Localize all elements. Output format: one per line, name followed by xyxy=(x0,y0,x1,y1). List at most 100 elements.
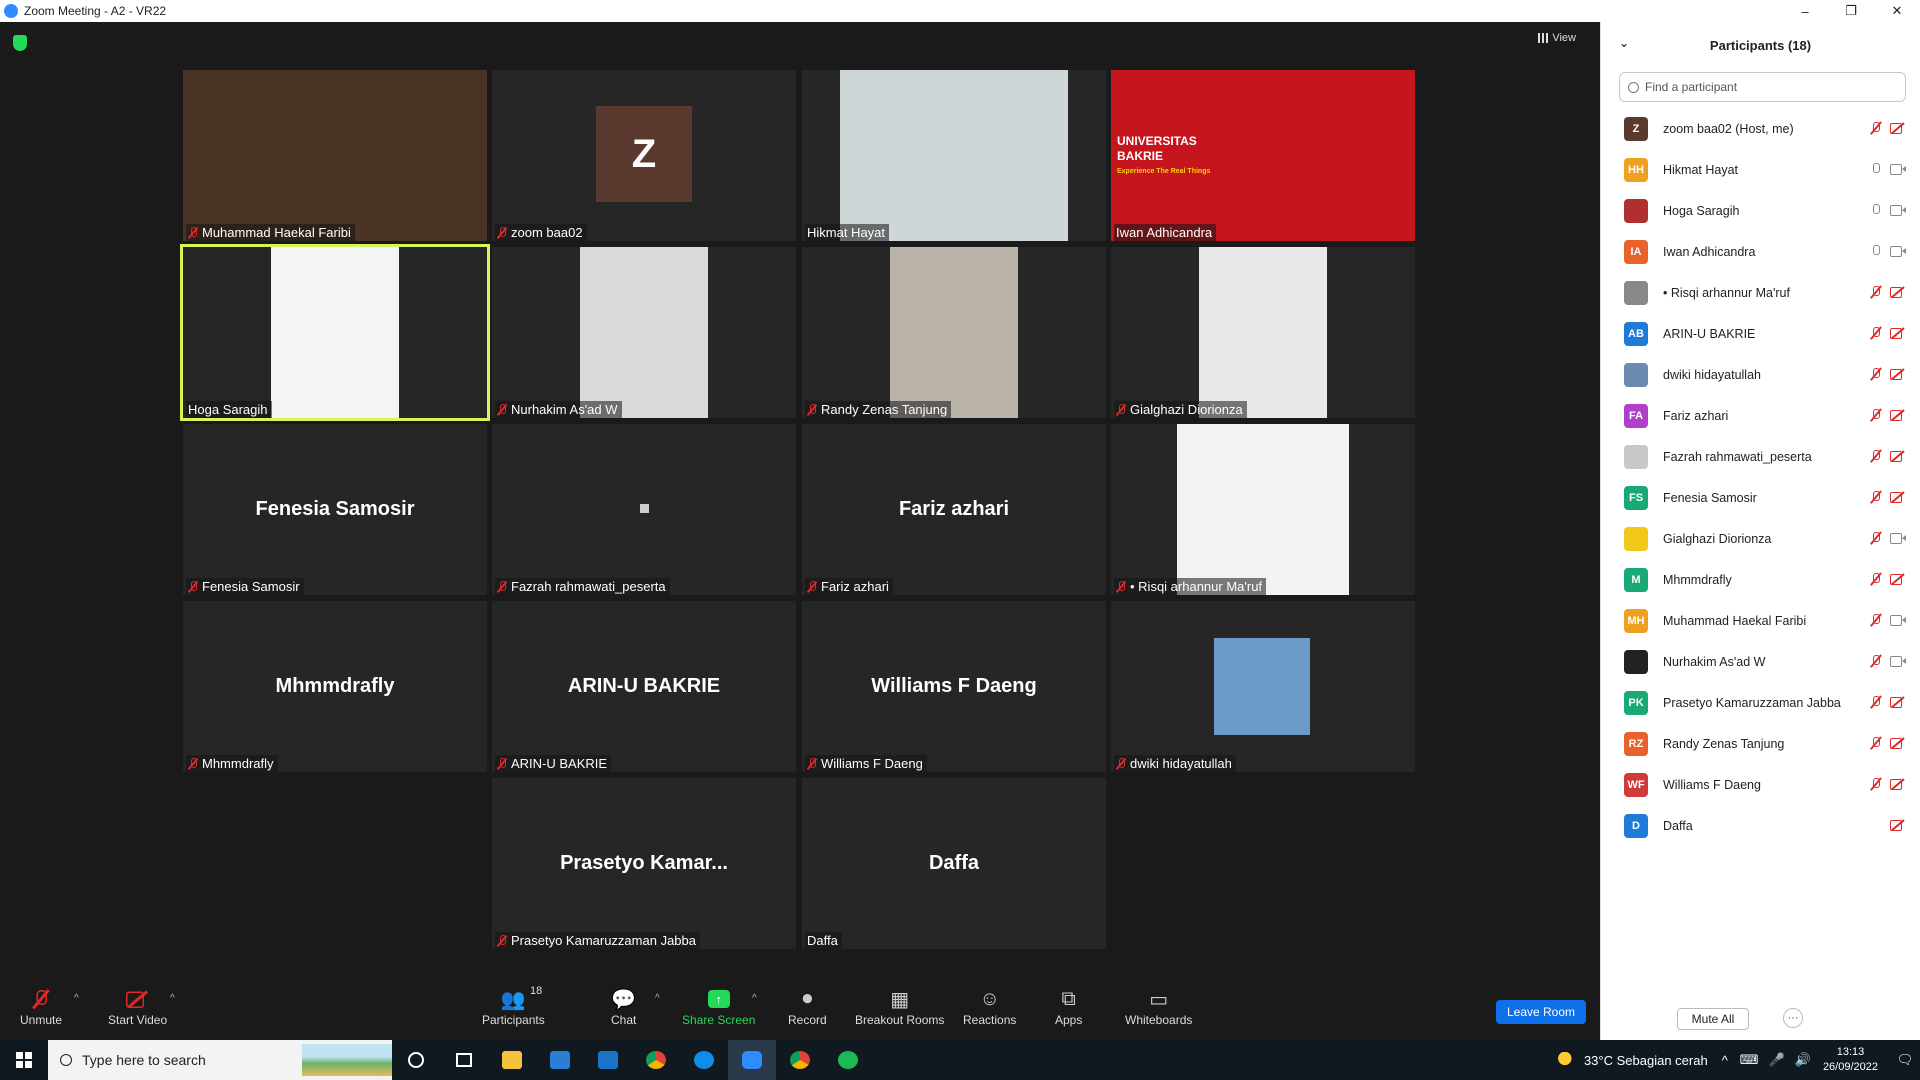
reactions-button[interactable]: ☺ Reactions xyxy=(963,985,1016,1028)
video-tile[interactable]: Fariz azhari Fariz azhari xyxy=(802,424,1106,595)
mic-muted-icon xyxy=(1870,285,1882,299)
cortana-icon[interactable] xyxy=(392,1040,440,1080)
video-tile[interactable]: UNIVERSITAS BAKRIE Experience The Real Thi… xyxy=(1111,70,1415,241)
participant-row[interactable]: AB ARIN-U BAKRIE xyxy=(1601,313,1920,354)
video-options-caret-icon[interactable]: ^ xyxy=(170,993,175,1004)
video-tile[interactable]: Williams F Daeng Williams F Daeng xyxy=(802,601,1106,772)
participant-row[interactable]: RZ Randy Zenas Tanjung xyxy=(1601,723,1920,764)
chat-caret-icon[interactable]: ^ xyxy=(655,993,660,1004)
task-view-icon[interactable] xyxy=(440,1040,488,1080)
mute-all-button[interactable]: Mute All xyxy=(1677,1008,1749,1030)
network-icon[interactable]: ⌨ xyxy=(1740,1052,1759,1068)
video-tile[interactable]: Daffa Daffa xyxy=(802,778,1106,949)
encryption-shield-icon[interactable] xyxy=(13,35,27,51)
camera-icon xyxy=(1890,163,1906,175)
chat-button[interactable]: 💬 Chat xyxy=(611,985,636,1028)
start-button[interactable] xyxy=(0,1040,48,1080)
apps-button[interactable]: ⧉ Apps xyxy=(1055,985,1083,1028)
participant-row[interactable]: M Mhmmdrafly xyxy=(1601,559,1920,600)
participant-row[interactable]: WF Williams F Daeng xyxy=(1601,764,1920,805)
video-tile[interactable]: • Risqi arhannur Ma'ruf xyxy=(1111,424,1415,595)
video-tile[interactable]: Gialghazi Diorionza xyxy=(1111,247,1415,418)
participant-name: Fenesia Samosir xyxy=(1663,490,1757,505)
close-button[interactable]: ✕ xyxy=(1874,0,1920,22)
participant-row[interactable]: IA Iwan Adhicandra xyxy=(1601,231,1920,272)
participant-status-icons xyxy=(1870,777,1906,791)
tile-name-text: Mhmmdrafly xyxy=(202,756,274,771)
video-tile[interactable]: Zzoom baa02 xyxy=(492,70,796,241)
camera-icon xyxy=(1890,245,1906,257)
participant-row[interactable]: FS Fenesia Samosir xyxy=(1601,477,1920,518)
taskbar-search[interactable]: Type here to search xyxy=(48,1040,392,1080)
start-video-button[interactable]: Start Video xyxy=(108,985,167,1027)
participant-row[interactable]: Fazrah rahmawati_peserta xyxy=(1601,436,1920,477)
share-screen-button[interactable]: ↑ Share Screen xyxy=(682,985,755,1027)
clock[interactable]: 13:13 26/09/2022 xyxy=(1823,1045,1878,1075)
participant-row[interactable]: HH Hikmat Hayat xyxy=(1601,149,1920,190)
video-tile[interactable]: Hikmat Hayat xyxy=(802,70,1106,241)
participant-row[interactable]: FA Fariz azhari xyxy=(1601,395,1920,436)
collapse-chevron-icon[interactable]: ⌄ xyxy=(1619,36,1629,50)
view-button[interactable]: View xyxy=(1538,32,1576,44)
participant-row[interactable]: PK Prasetyo Kamaruzzaman Jabba xyxy=(1601,682,1920,723)
file-explorer-icon[interactable] xyxy=(488,1040,536,1080)
video-tile[interactable]: Prasetyo Kamar... Prasetyo Kamaruzzaman J… xyxy=(492,778,796,949)
camera-off-icon xyxy=(1890,368,1906,380)
speaker-icon[interactable]: 🔊 xyxy=(1795,1052,1811,1068)
breakout-rooms-button[interactable]: ▦ Breakout Rooms xyxy=(855,985,944,1028)
participant-row[interactable]: Nurhakim As'ad W xyxy=(1601,641,1920,682)
participant-name: ARIN-U BAKRIE xyxy=(1663,326,1756,341)
share-caret-icon[interactable]: ^ xyxy=(752,993,757,1004)
tile-name-text: • Risqi arhannur Ma'ruf xyxy=(1130,579,1263,594)
participant-search-input[interactable] xyxy=(1645,80,1875,94)
unmute-button[interactable]: Unmute xyxy=(20,985,62,1027)
apps-label: Apps xyxy=(1055,1013,1083,1027)
more-options-button[interactable]: ··· xyxy=(1783,1008,1803,1028)
video-feed xyxy=(580,247,708,418)
participant-row[interactable]: MH Muhammad Haekal Faribi xyxy=(1601,600,1920,641)
spotify-icon[interactable] xyxy=(824,1040,872,1080)
video-tile[interactable]: Nurhakim As'ad W xyxy=(492,247,796,418)
audio-options-caret-icon[interactable]: ^ xyxy=(74,993,79,1004)
teamviewer-icon[interactable] xyxy=(680,1040,728,1080)
participant-avatar: WF xyxy=(1624,772,1648,797)
mail-icon[interactable] xyxy=(584,1040,632,1080)
minimize-button[interactable]: – xyxy=(1782,0,1828,22)
video-tile[interactable]: Muhammad Haekal Faribi xyxy=(183,70,487,241)
video-tile[interactable]: Fazrah rahmawati_peserta xyxy=(492,424,796,595)
store-icon[interactable] xyxy=(536,1040,584,1080)
participant-status-icons xyxy=(1870,736,1906,750)
record-button[interactable]: ⏺ Record xyxy=(788,985,827,1028)
weather-text[interactable]: 33°C Sebagian cerah xyxy=(1584,1053,1708,1068)
tray-overflow-icon[interactable]: ^ xyxy=(1722,1053,1728,1068)
whiteboards-button[interactable]: ▭ Whiteboards xyxy=(1125,985,1192,1028)
video-tile[interactable]: Randy Zenas Tanjung xyxy=(802,247,1106,418)
camera-off-icon xyxy=(1890,122,1906,134)
leave-room-button[interactable]: Leave Room xyxy=(1496,1000,1586,1024)
zoom-logo-icon xyxy=(4,4,18,18)
participant-search[interactable] xyxy=(1619,72,1906,102)
participant-row[interactable]: Zzoom baa02 (Host, me) xyxy=(1601,108,1920,149)
mic-muted-icon xyxy=(1870,777,1882,791)
restore-button[interactable]: ❐ xyxy=(1828,0,1874,22)
participant-row[interactable]: • Risqi arhannur Ma'ruf xyxy=(1601,272,1920,313)
tile-display-name: Mhmmdrafly xyxy=(275,675,395,697)
chrome-profile-icon[interactable] xyxy=(776,1040,824,1080)
video-tile[interactable]: Hoga Saragih xyxy=(180,244,490,421)
zoom-taskbar-icon[interactable] xyxy=(728,1040,776,1080)
video-tile[interactable]: ARIN-U BAKRIE ARIN-U BAKRIE xyxy=(492,601,796,772)
camera-off-icon xyxy=(1890,573,1906,585)
chrome-icon[interactable] xyxy=(632,1040,680,1080)
participant-avatar: IA xyxy=(1624,239,1648,264)
participant-row[interactable]: Hoga Saragih xyxy=(1601,190,1920,231)
video-tile[interactable]: Mhmmdrafly Mhmmdrafly xyxy=(183,601,487,772)
participant-row[interactable]: dwiki hidayatullah xyxy=(1601,354,1920,395)
weather-icon[interactable] xyxy=(1555,1052,1578,1068)
mic-tray-icon[interactable]: 🎤 xyxy=(1769,1052,1785,1068)
video-tile[interactable]: dwiki hidayatullah xyxy=(1111,601,1415,772)
participant-row[interactable]: D Daffa xyxy=(1601,805,1920,846)
participant-row[interactable]: Gialghazi Diorionza xyxy=(1601,518,1920,559)
video-tile[interactable]: Fenesia Samosir Fenesia Samosir xyxy=(183,424,487,595)
notifications-icon[interactable]: 🗨 xyxy=(1890,1040,1920,1080)
tile-name-text: Gialghazi Diorionza xyxy=(1130,402,1243,417)
